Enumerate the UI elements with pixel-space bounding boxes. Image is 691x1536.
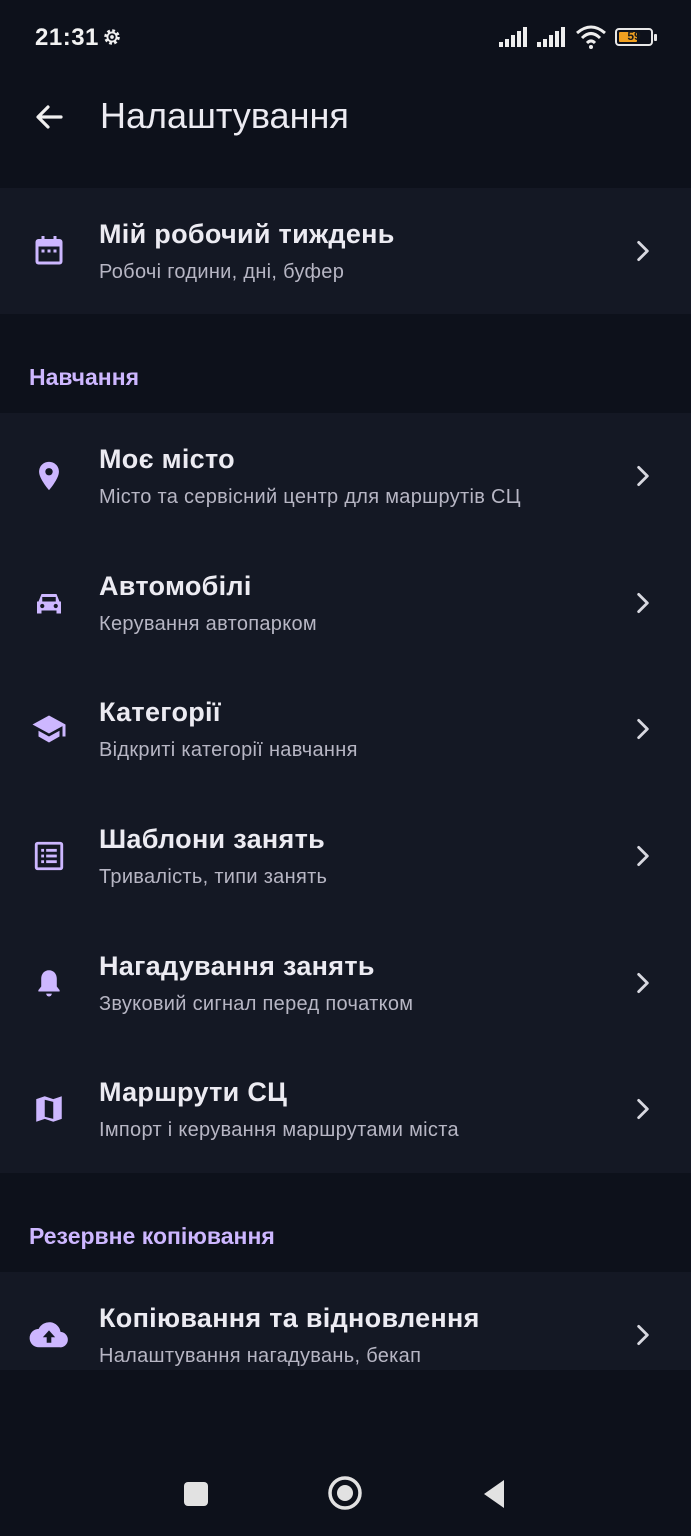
card-learning: Моє місто Місто та сервісний центр для м… [0,413,691,1173]
bell-icon [29,963,69,1003]
item-title: Моє місто [99,444,235,474]
chevron-right-icon [637,972,649,994]
item-subtitle: Відкриті категорії навчання [99,739,358,761]
item-backup-restore[interactable]: Копіювання та відновлення Налаштування н… [0,1272,691,1370]
item-title: Нагадування занять [99,951,375,981]
graduation-cap-icon [29,709,69,749]
card-backup: Копіювання та відновлення Налаштування н… [0,1272,691,1370]
status-bar: 21:31 59 [0,0,691,76]
signal-icon-2 [537,27,565,47]
item-title: Категорії [99,697,221,727]
map-icon [29,1089,69,1129]
chevron-right-icon [637,1098,649,1120]
card-work-week: Мій робочий тиждень Робочі години, дні, … [0,188,691,314]
calendar-icon [29,231,69,271]
chevron-right-icon [637,845,649,867]
chevron-right-icon [637,240,649,262]
item-title: Мій робочий тиждень [99,219,395,249]
status-icons: 59 [499,24,657,50]
item-title: Шаблони занять [99,824,326,854]
status-time: 21:31 [35,24,99,51]
item-sc-routes[interactable]: Маршрути СЦ Імпорт і керування маршрутам… [0,1046,691,1172]
item-subtitle: Звуковий сигнал перед початком [99,993,414,1015]
item-title: Маршрути СЦ [99,1077,288,1107]
item-subtitle: Тривалість, типи занять [99,866,328,888]
app-bar: Налаштування [0,76,691,156]
chevron-right-icon [637,465,649,487]
list-icon [29,836,69,876]
car-icon [29,583,69,623]
signal-icon [499,27,527,47]
chevron-right-icon [637,1324,649,1346]
back-button[interactable] [28,96,70,138]
item-title: Копіювання та відновлення [99,1303,480,1333]
settings-gear-icon [104,29,120,45]
item-lesson-reminders[interactable]: Нагадування занять Звуковий сигнал перед… [0,920,691,1046]
item-subtitle: Місто та сервісний центр для маршрутів С… [99,486,521,508]
item-subtitle: Імпорт і керування маршрутами міста [99,1119,459,1141]
item-categories[interactable]: Категорії Відкриті категорії навчання [0,666,691,792]
location-pin-icon [29,456,69,496]
battery-icon: 59 [615,28,657,46]
home-circle-icon[interactable] [326,1474,364,1512]
item-cars[interactable]: Автомобілі Керування автопарком [0,540,691,666]
back-triangle-icon[interactable] [480,1478,508,1510]
item-lesson-templates[interactable]: Шаблони занять Тривалість, типи занять [0,793,691,919]
battery-percent: 59 [627,29,641,43]
wifi-icon [576,25,606,49]
page-title: Налаштування [100,95,349,136]
section-header-backup: Резервне копіювання [29,1223,275,1249]
chevron-right-icon [637,718,649,740]
cloud-upload-icon [29,1315,69,1355]
section-header-learning: Навчання [29,364,140,390]
system-nav-bar [0,1440,691,1536]
recents-square-icon[interactable] [182,1480,210,1508]
item-subtitle: Керування автопарком [99,613,317,635]
item-subtitle: Налаштування нагадувань, бекап [99,1345,422,1367]
item-title: Автомобілі [99,571,252,601]
chevron-right-icon [637,592,649,614]
arrow-left-icon [36,105,63,129]
item-work-week[interactable]: Мій робочий тиждень Робочі години, дні, … [0,188,691,314]
item-subtitle: Робочі години, дні, буфер [99,261,345,283]
item-my-city[interactable]: Моє місто Місто та сервісний центр для м… [0,413,691,539]
